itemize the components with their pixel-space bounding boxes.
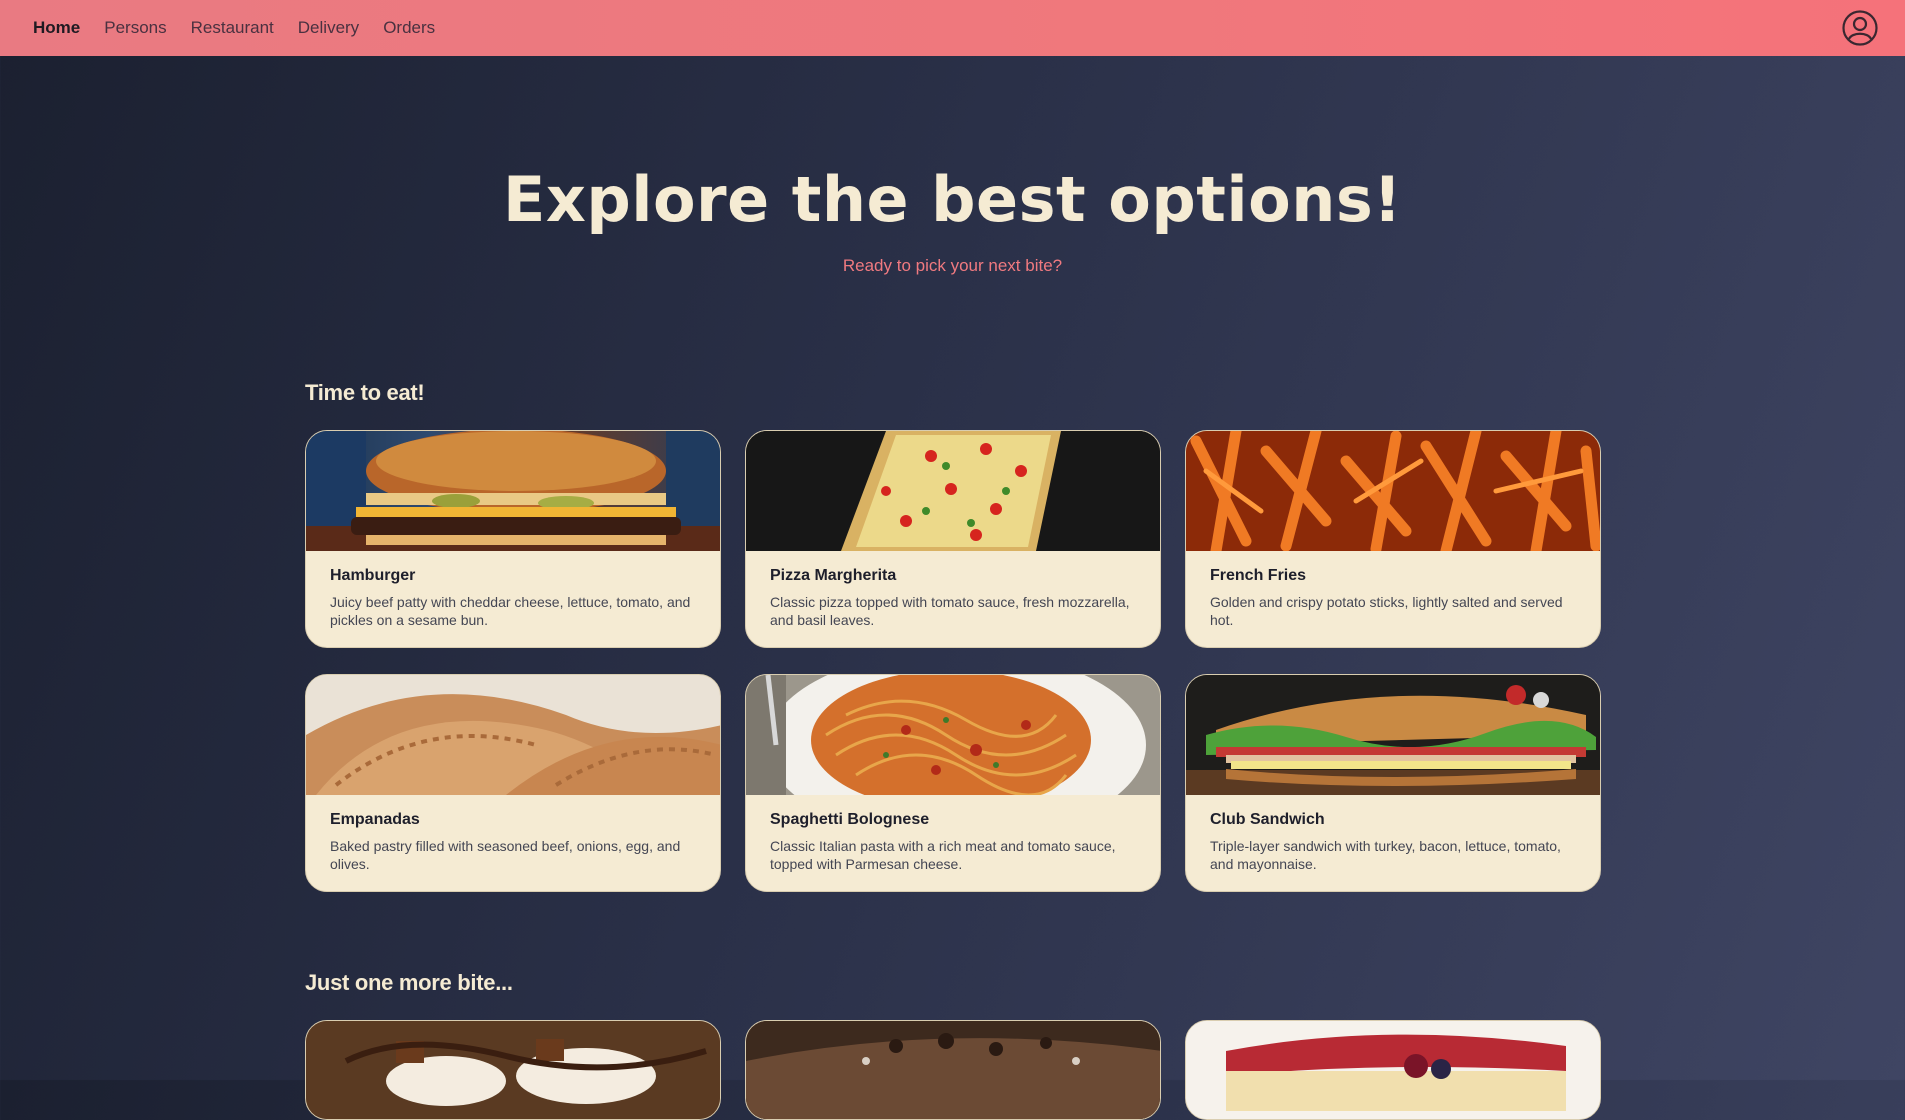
food-card-empanadas[interactable]: Empanadas Baked pastry filled with seaso… [305,674,721,892]
card-description: Classic pizza topped with tomato sauce, … [770,594,1130,628]
card-title: French Fries [1210,567,1307,584]
food-card-pizza-margherita[interactable]: Pizza Margherita Classic pizza topped wi… [745,430,1161,648]
card-description: Golden and crispy potato sticks, lightly… [1210,594,1563,628]
user-circle-icon[interactable] [1841,9,1879,47]
dessert-card-brownie[interactable] [745,1020,1161,1120]
card-description: Classic Italian pasta with a rich meat a… [770,838,1116,872]
card-title: Spaghetti Bolognese [770,811,930,828]
food-card-spaghetti-bolognese[interactable]: Spaghetti Bolognese Classic Italian past… [745,674,1161,892]
brownie-photo [746,1021,1160,1119]
food-card-french-fries[interactable]: French Fries Golden and crispy potato st… [1185,430,1601,648]
card-title: Empanadas [330,811,420,828]
fries-photo [1186,431,1600,551]
dessert-card-grid [305,1020,1601,1120]
empanadas-photo [306,675,720,795]
section-title-main: Time to eat! [305,380,425,405]
food-card-club-sandwich[interactable]: Club Sandwich Triple-layer sandwich with… [1185,674,1601,892]
nav-link-persons[interactable]: Persons [104,18,166,38]
card-description: Baked pastry filled with seasoned beef, … [330,838,681,872]
food-card-hamburger[interactable]: Hamburger Juicy beef patty with cheddar … [305,430,721,648]
cheesecake-photo [1186,1021,1600,1119]
spaghetti-photo [746,675,1160,795]
card-title: Pizza Margherita [770,567,897,584]
page-title: Explore the best options! [502,163,1403,236]
card-description: Triple-layer sandwich with turkey, bacon… [1210,838,1561,872]
main-nav: Home Persons Restaurant Delivery Orders [33,18,435,38]
page-subtitle: Ready to pick your next bite? [842,256,1063,275]
hamburger-photo [306,431,720,551]
section-title-desserts: Just one more bite... [305,970,513,995]
top-nav-bar: Home Persons Restaurant Delivery Orders [0,0,1905,56]
dessert-card-cheesecake[interactable] [1185,1020,1601,1120]
nav-link-orders[interactable]: Orders [383,18,435,38]
sandwich-photo [1186,675,1600,795]
sundae-photo [306,1021,720,1119]
card-title: Hamburger [330,567,416,584]
card-title: Club Sandwich [1210,811,1325,828]
nav-link-delivery[interactable]: Delivery [298,18,359,38]
nav-link-home[interactable]: Home [33,18,80,38]
dessert-card-sundae[interactable] [305,1020,721,1120]
pizza-photo [746,431,1160,551]
nav-link-restaurant[interactable]: Restaurant [191,18,274,38]
food-card-grid: Hamburger Juicy beef patty with cheddar … [305,430,1601,892]
card-description: Juicy beef patty with cheddar cheese, le… [330,594,691,628]
